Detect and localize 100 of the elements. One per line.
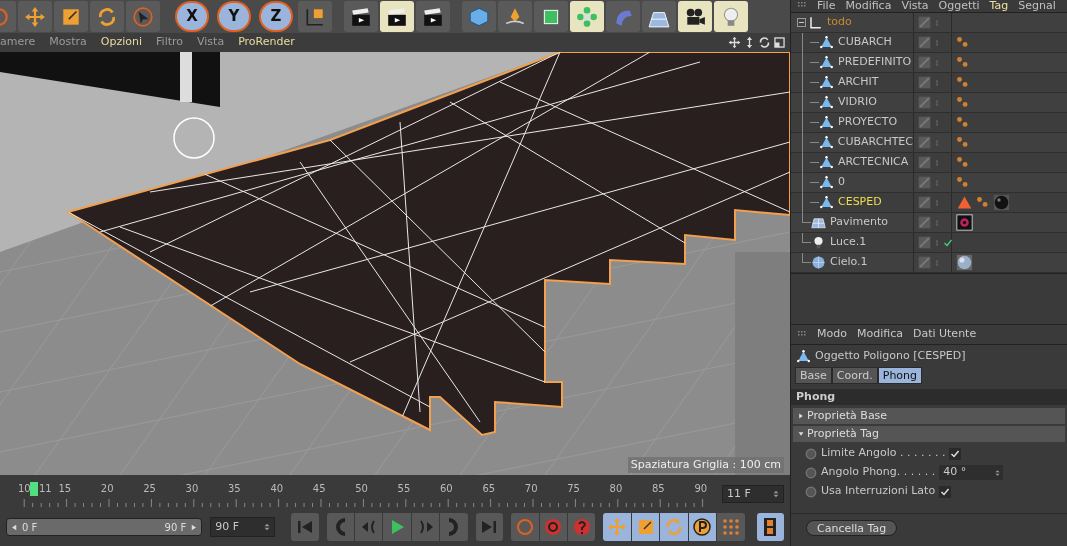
polygon-object-icon [819,95,834,110]
playback-button[interactable] [539,513,567,541]
spinner-icon [772,488,780,500]
check-icon [943,237,953,248]
number-field[interactable]: 40 ° [939,465,1004,480]
playback-button[interactable] [688,513,717,541]
object-name[interactable]: CESPED [838,194,882,211]
layer-swatch-icon [918,196,931,209]
cube-icon [468,5,490,28]
menu-item[interactable]: Oggetti [938,0,980,12]
group-header[interactable]: Proprietà Tag [793,426,1065,442]
layer-swatch-icon [918,56,931,69]
object-name[interactable]: 0 [838,174,845,191]
frame-number: 80 [609,483,623,495]
menu-item[interactable]: Modifica [845,0,892,12]
menu-item[interactable]: Filtro [156,34,183,51]
toolbar-button[interactable] [380,1,414,32]
playback-button[interactable] [631,513,660,541]
frame-value: 90 F [215,518,240,535]
current-frame-field[interactable]: 11 F [722,485,784,503]
collapse-toggle[interactable] [797,18,806,27]
object-name[interactable]: Cielo.1 [830,254,868,271]
polygon-object-icon [796,348,811,364]
layer-swatch-icon [918,256,931,269]
left-arrow-icon [11,523,18,531]
frame-number: 25 [143,483,156,495]
end-frame-field[interactable]: 90 F [210,517,276,537]
menu-item[interactable]: Vista [197,34,225,51]
menu-item[interactable]: ProRender [238,34,295,51]
layer-swatch-icon [918,216,931,229]
frame-number: 70 [524,483,538,495]
object-name[interactable]: CUBARCH [838,34,892,51]
axis-button[interactable]: Y [217,1,251,32]
frame-value: 11 F [727,486,751,502]
menu-item[interactable]: Modifica [856,326,903,343]
checkbox[interactable] [949,447,962,460]
layer-swatch-icon [918,116,931,129]
polygon-object-icon [819,55,834,70]
menu-item[interactable]: Segnal [1018,0,1056,12]
frame-range-slider[interactable]: 0 F 90 F [6,518,203,536]
field-label: Angolo Phong. . . . . . [821,464,936,481]
parameter-icon [692,517,713,537]
tab[interactable]: Base [795,367,832,384]
object-name[interactable]: ARCHIT [838,74,879,91]
frame-number: 30 [185,483,199,495]
polygon-object-icon [819,35,834,50]
tab[interactable]: Coord. [831,367,878,384]
window-icon [773,36,786,49]
polygon-object-icon [819,155,834,170]
object-name[interactable]: Luce.1 [830,234,867,251]
toolbar-button[interactable] [298,1,332,32]
menu-item[interactable]: Modo [817,326,847,343]
group-header[interactable]: Proprietà Base [793,408,1065,424]
object-name[interactable]: VIDRIO [838,94,877,111]
object-name[interactable]: todo [827,14,852,31]
radio-icon [805,447,817,460]
polygon-object-icon [819,175,834,190]
radio-icon [805,466,817,479]
axis-button[interactable]: X [175,1,209,32]
expanded-triangle-icon [798,431,804,437]
delete-tag-button[interactable]: Cancella Tag [806,520,898,536]
playhead-marker[interactable] [30,482,38,496]
menu-item[interactable]: Dati Utente [912,326,977,343]
dot-grid-icon [720,517,741,537]
autokey-icon [543,517,564,537]
frame-number: 65 [482,483,496,495]
menu-item[interactable]: Vista [901,0,929,12]
toolbar-button[interactable] [416,1,450,32]
layer-swatch-icon [918,36,931,49]
layer-swatch-icon [918,156,931,169]
polygon-object-icon [819,75,834,90]
checkbox[interactable] [939,485,952,498]
tab[interactable]: Phong [877,367,923,384]
object-name[interactable]: Pavimento [830,214,888,231]
menu-item[interactable]: File [817,0,836,12]
frame-number: 10 [18,483,31,495]
sphere-icon [811,255,826,270]
spinner-icon [994,467,1002,478]
toolbar-button[interactable] [344,1,378,32]
layer-swatch-icon [918,16,931,29]
collapsed-triangle-icon [798,413,804,419]
playback-button[interactable] [756,513,784,541]
frame-number: 45 [312,483,326,495]
radio-icon [805,485,817,498]
move-icon [24,5,46,28]
frame-number: 85 [652,483,665,495]
clapperboard-icon [350,5,372,28]
toolbar-button[interactable] [678,1,712,32]
axis-button[interactable]: Z [259,1,293,32]
frame-number: 90 [694,483,708,495]
frame-number: 40 [270,483,284,495]
menu-item[interactable]: Mostra [49,34,87,51]
frame-number: 75 [567,483,580,495]
menu-item[interactable]: Tag [989,0,1009,12]
playback-button[interactable] [568,513,596,541]
menu-item[interactable]: amere [0,34,36,51]
menu-item[interactable]: Opzioni [100,34,143,51]
record-icon [514,517,535,537]
cloner-icon [576,5,598,28]
object-name[interactable]: PROYECTO [838,114,898,131]
